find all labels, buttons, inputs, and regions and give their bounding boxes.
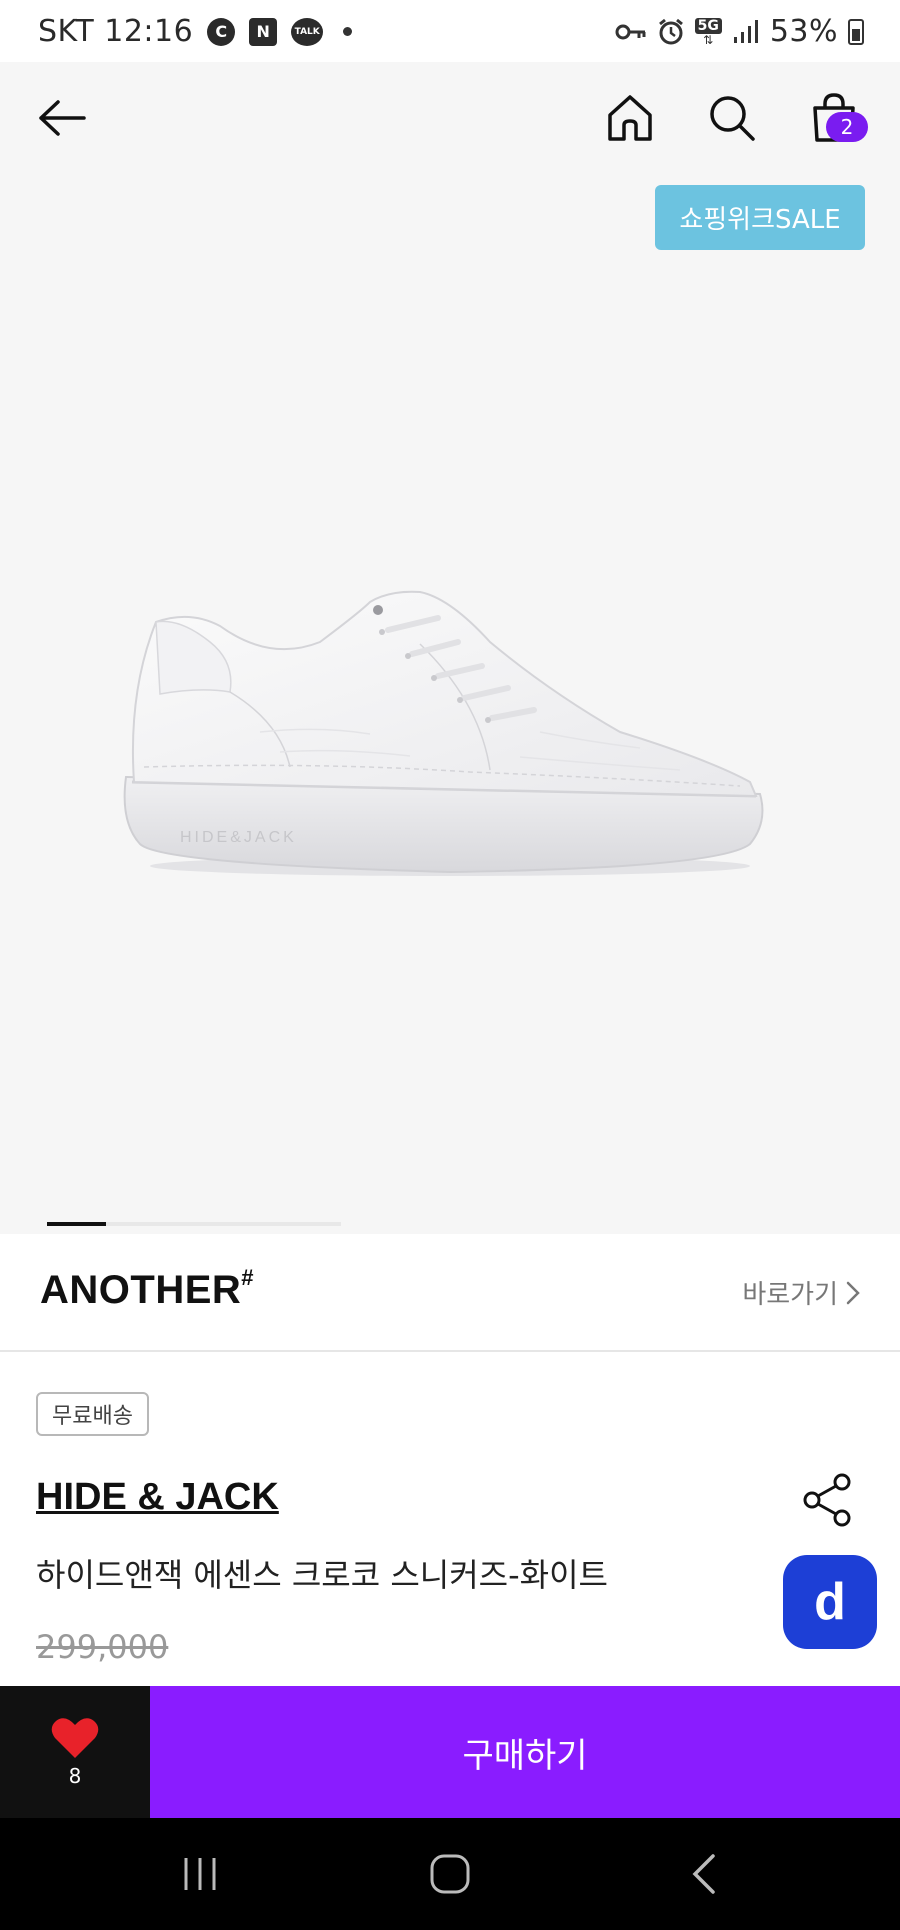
svg-text:HIDE&JACK: HIDE&JACK [180,829,297,846]
share-button[interactable] [800,1472,856,1528]
goto-brand-link[interactable]: 바로가기 [742,1274,860,1311]
like-button[interactable]: 8 [0,1686,150,1818]
cart-button[interactable]: 2 [806,90,868,146]
system-nav-bar [0,1818,900,1930]
brand-logo-mark: # [241,1264,255,1290]
network-5g-label: 5G [694,17,722,34]
home-system-button[interactable] [420,1848,480,1900]
home-icon [608,95,652,141]
network-5g-icon: 5G ⇅ [694,17,722,47]
home-circle-icon [430,1854,470,1894]
free-shipping-badge: 무료배송 [36,1392,149,1436]
sneaker-image: HIDE&JACK [123,590,764,876]
purchase-bar: 8 구매하기 [0,1686,900,1818]
status-bar-right: 5G ⇅ 53% [615,14,864,49]
chevron-left-icon [692,1854,715,1894]
search-button[interactable] [704,90,760,146]
top-nav: 2 [0,62,900,172]
goto-label: 바로가기 [742,1280,838,1310]
cart-count-badge: 2 [826,112,868,142]
back-button[interactable] [34,90,90,146]
original-price: 299,000 [36,1628,169,1666]
naver-icon: N [249,17,278,46]
recent-apps-button[interactable] [170,1848,230,1900]
share-icon [803,1473,851,1527]
image-page-indicator-active [47,1222,106,1226]
kakaotalk-icon: TALK [291,17,324,46]
arrow-left-icon [39,100,86,136]
d-chat-button[interactable]: d [783,1555,877,1649]
recent-apps-icon [184,1858,216,1890]
brand-logo-text: ANOTHER [40,1268,242,1312]
buy-button[interactable]: 구매하기 [150,1686,900,1818]
product-brand-link[interactable]: HIDE & JACK [36,1476,279,1519]
search-icon [710,96,755,141]
sale-badge[interactable]: 쇼핑위크SALE [655,185,865,250]
data-arrows-icon: ⇅ [703,32,714,47]
signal-icon [733,19,758,43]
chevron-right-icon [846,1281,860,1304]
status-bar-left: SKT 12:16 C N TALK [38,14,353,49]
battery-icon [848,18,864,45]
brand-logo: ANOTHER# [40,1264,255,1313]
c-icon: C [207,17,236,46]
dot-icon [343,27,353,36]
alarm-icon [658,18,683,44]
status-bar: SKT 12:16 C N TALK 5G ⇅ 53% [0,0,900,62]
heart-icon [51,1718,99,1758]
vpn-key-icon [615,24,646,39]
like-count: 8 [68,1764,82,1788]
battery-percent: 53% [769,14,838,49]
home-button[interactable] [602,90,658,146]
product-name: 하이드앤잭 에센스 크로코 스니커즈-화이트 [36,1556,608,1594]
back-system-button[interactable] [674,1848,734,1900]
carrier-time: SKT 12:16 [38,14,194,49]
brand-row[interactable]: ANOTHER# 바로가기 [0,1234,900,1352]
image-page-indicator [47,1222,341,1226]
